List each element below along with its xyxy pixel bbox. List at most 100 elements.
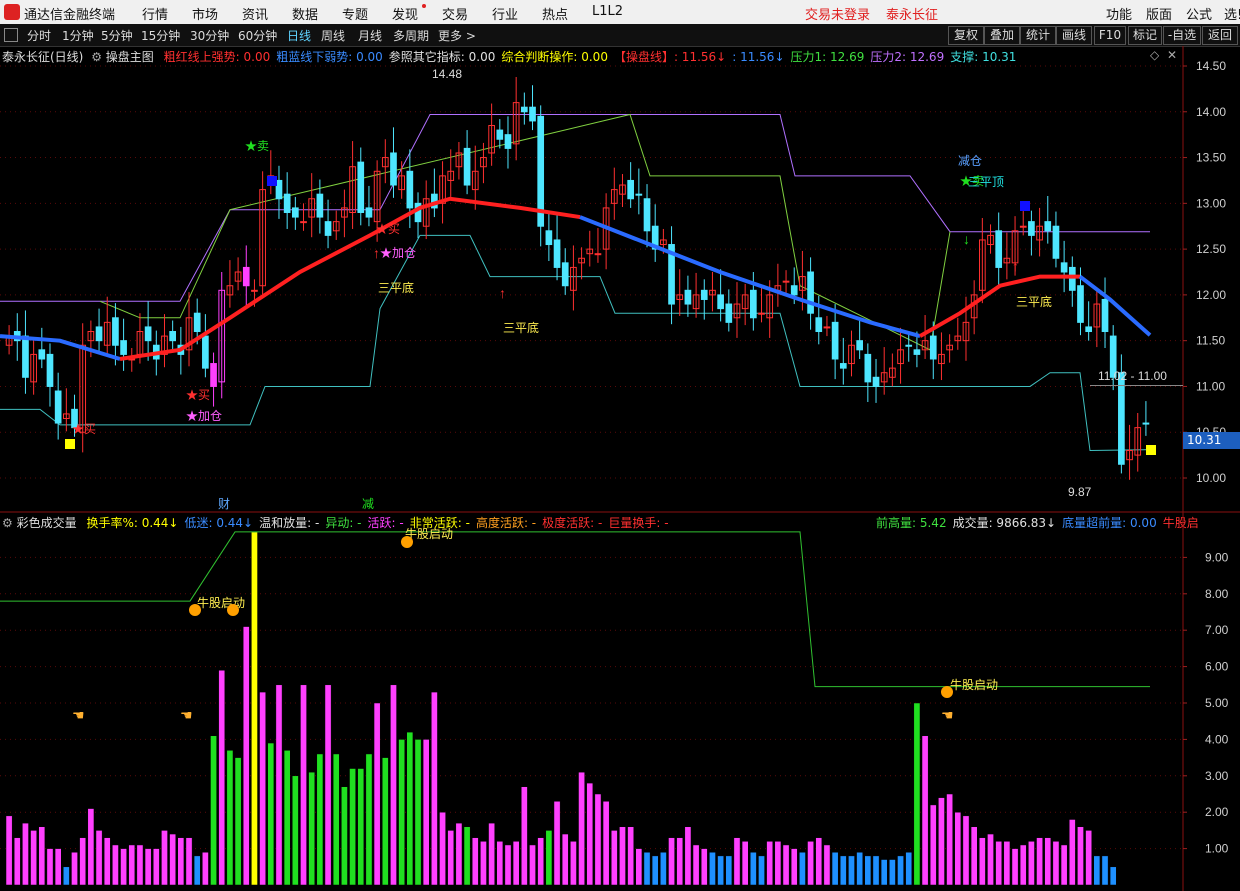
- candle-body: [1085, 326, 1092, 333]
- candle-body: [864, 353, 872, 383]
- volume-bar: [717, 855, 724, 886]
- menu-item-shichang[interactable]: 市场: [192, 4, 218, 23]
- tab-daily[interactable]: 日线: [287, 27, 311, 44]
- candle-body: [324, 221, 332, 236]
- volume-bar: [684, 826, 692, 886]
- volume-bar: [643, 851, 651, 886]
- zixuan-button[interactable]: -自选: [1163, 26, 1201, 45]
- menu-item-gongneng[interactable]: 功能: [1106, 4, 1132, 23]
- candle-body: [913, 349, 921, 355]
- tab-5min[interactable]: 5分钟: [101, 27, 133, 44]
- tab-30min[interactable]: 30分钟: [190, 27, 229, 44]
- menu-item-hangye[interactable]: 行业: [492, 4, 518, 23]
- f10-button[interactable]: F10: [1094, 26, 1126, 45]
- candle-body: [1019, 225, 1027, 228]
- triple-top: 三平顶: [968, 175, 1004, 189]
- volume-tick-label: 4.00: [1205, 732, 1229, 746]
- huaxian-button[interactable]: 画线: [1056, 26, 1092, 45]
- operation-line-up-right: [919, 274, 1080, 338]
- volume-bar: [496, 841, 504, 886]
- candle-body: [1052, 225, 1060, 259]
- volume-bar: [13, 837, 21, 886]
- candle-body: [1068, 266, 1076, 291]
- volume-tick-label: 6.00: [1205, 660, 1229, 674]
- tab-1min[interactable]: 1分钟: [62, 27, 94, 44]
- login-status[interactable]: 交易未登录: [805, 4, 870, 23]
- candle-body: [823, 326, 831, 329]
- volume-bar: [414, 739, 422, 886]
- biaoji-button[interactable]: 标记: [1128, 26, 1162, 45]
- candle-body: [46, 353, 54, 387]
- candle-body: [594, 253, 602, 256]
- volume-bar: [602, 801, 610, 886]
- candle-body: [463, 147, 471, 186]
- price-tick-label: 11.50: [1196, 334, 1225, 348]
- volume-tick-label: 2.00: [1205, 805, 1229, 819]
- diejia-button[interactable]: 叠加: [984, 26, 1020, 45]
- candle-body: [627, 179, 634, 200]
- menu-item-jiaoyi[interactable]: 交易: [442, 4, 468, 23]
- menu-item-zhuanti[interactable]: 专题: [342, 4, 368, 23]
- menu-item-faxian[interactable]: 发现: [392, 4, 418, 23]
- price-tick-label: 10.00: [1196, 471, 1226, 485]
- app-title: 通达信金融终端: [24, 8, 116, 23]
- add-signal-1: ★加仓: [186, 409, 222, 423]
- volume-bar: [251, 531, 258, 886]
- menu-item-zixun[interactable]: 资讯: [242, 4, 268, 23]
- volume-tick-label: 7.00: [1205, 623, 1229, 637]
- tab-weekly[interactable]: 周线: [321, 27, 345, 44]
- volume-bar: [169, 833, 176, 886]
- red-arrow-icon: ↑: [1012, 258, 1019, 274]
- candle-body: [872, 376, 880, 387]
- candle-body: [1060, 262, 1068, 273]
- menu-item-redian[interactable]: 热点: [542, 4, 568, 23]
- tab-multi-period[interactable]: 多周期: [393, 27, 429, 44]
- candle-body: [1077, 285, 1084, 323]
- menu-item-l1l2[interactable]: L1L2: [592, 4, 623, 19]
- candle-body: [561, 262, 569, 287]
- menu-item-xuan[interactable]: 选!: [1224, 4, 1240, 23]
- volume-bar: [1077, 826, 1084, 886]
- volume-bar: [300, 684, 307, 886]
- candle-body: [406, 170, 414, 209]
- candle-body: [251, 289, 258, 292]
- volume-bar: [668, 837, 675, 886]
- tongji-button[interactable]: 统计: [1020, 26, 1056, 45]
- price-panel[interactable]: 14.489.8711.02 - 11.00★卖★卖减仓★买★买★买★加仓★加仓…: [0, 67, 1183, 499]
- candle-body: [1044, 221, 1052, 232]
- menu-item-hangqing[interactable]: 行情: [142, 4, 168, 23]
- volume-bar: [406, 731, 414, 886]
- menu-item-banmian[interactable]: 版面: [1146, 4, 1172, 23]
- green-arrow-icon: ↓: [963, 231, 970, 247]
- fuquan-button[interactable]: 复权: [948, 26, 984, 45]
- volume-bar: [987, 833, 994, 886]
- sell-signal-1: ★卖: [245, 139, 269, 153]
- fanhui-button[interactable]: 返回: [1202, 26, 1238, 45]
- tab-15min[interactable]: 15分钟: [141, 27, 180, 44]
- candle-body: [839, 363, 847, 369]
- menu-item-shuju[interactable]: 数据: [292, 4, 318, 23]
- volume-tick-label: 5.00: [1205, 696, 1229, 710]
- menu-item-gongshi[interactable]: 公式: [1186, 4, 1212, 23]
- volume-panel[interactable]: 财减牛股启动牛股启动牛股启动☚ ☚ ☚: [0, 497, 1150, 886]
- triple-bottom-3: 三平底: [1016, 294, 1052, 309]
- volume-bar: [545, 830, 553, 886]
- volume-bar: [823, 844, 831, 886]
- tab-60min[interactable]: 60分钟: [238, 27, 277, 44]
- hand-pointer-icon: ☚: [180, 708, 193, 724]
- panel-toggle-icon[interactable]: [4, 28, 18, 42]
- volume-bar: [700, 848, 708, 886]
- volume-bar: [774, 841, 782, 886]
- operation-line-down: [579, 215, 921, 339]
- volume-bar: [357, 768, 365, 886]
- candle-body: [22, 335, 29, 378]
- buy-signal-1: ★买: [186, 388, 210, 402]
- tab-fenshi[interactable]: 分时: [27, 27, 51, 44]
- volume-bar: [1003, 841, 1011, 886]
- volume-bar: [144, 848, 152, 886]
- volume-bar: [22, 822, 29, 886]
- tab-monthly[interactable]: 月线: [358, 27, 382, 44]
- blue-marker: [267, 176, 277, 186]
- tab-more[interactable]: 更多 >: [438, 27, 476, 44]
- chart-canvas[interactable]: 14.489.8711.02 - 11.00★卖★卖减仓★买★买★买★加仓★加仓…: [0, 46, 1240, 891]
